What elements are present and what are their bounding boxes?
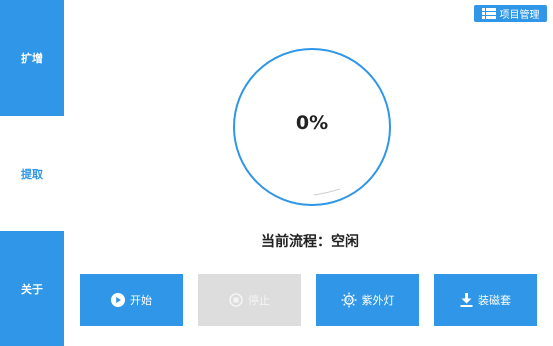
svg-text:UV: UV	[346, 298, 352, 303]
play-icon	[111, 293, 125, 307]
stop-icon	[229, 293, 243, 307]
uv-lamp-icon: UV	[341, 292, 357, 308]
sidebar-item-label: 关于	[21, 282, 43, 296]
load-magnetic-sleeve-button[interactable]: 装磁套	[434, 274, 537, 326]
stop-label: 停止	[248, 294, 270, 307]
sidebar-item-label: 扩增	[21, 52, 43, 65]
start-label: 开始	[130, 294, 152, 307]
project-manage-label: 项目管理	[499, 10, 540, 21]
load-magnetic-sleeve-label: 装磁套	[478, 294, 511, 307]
progress-percent: 0%	[295, 112, 329, 134]
sidebar-item-expand[interactable]: 扩增	[0, 0, 64, 116]
sidebar-item-label: 提取	[21, 167, 43, 181]
progress-ring-shadow	[313, 188, 341, 196]
sidebar: 扩增 提取 关于	[0, 0, 64, 346]
uv-lamp-button[interactable]: UV 紫外灯	[316, 274, 419, 326]
uv-lamp-label: 紫外灯	[361, 294, 395, 307]
start-button[interactable]: 开始	[80, 274, 183, 326]
sidebar-item-about[interactable]: 关于	[0, 231, 64, 346]
project-manage-button[interactable]: 项目管理	[474, 5, 547, 22]
stop-button[interactable]: 停止	[198, 274, 301, 326]
process-status: 当前流程：空闲	[261, 234, 359, 250]
list-icon	[481, 8, 496, 19]
sidebar-item-extract[interactable]: 提取	[0, 116, 64, 231]
download-icon	[460, 293, 473, 307]
